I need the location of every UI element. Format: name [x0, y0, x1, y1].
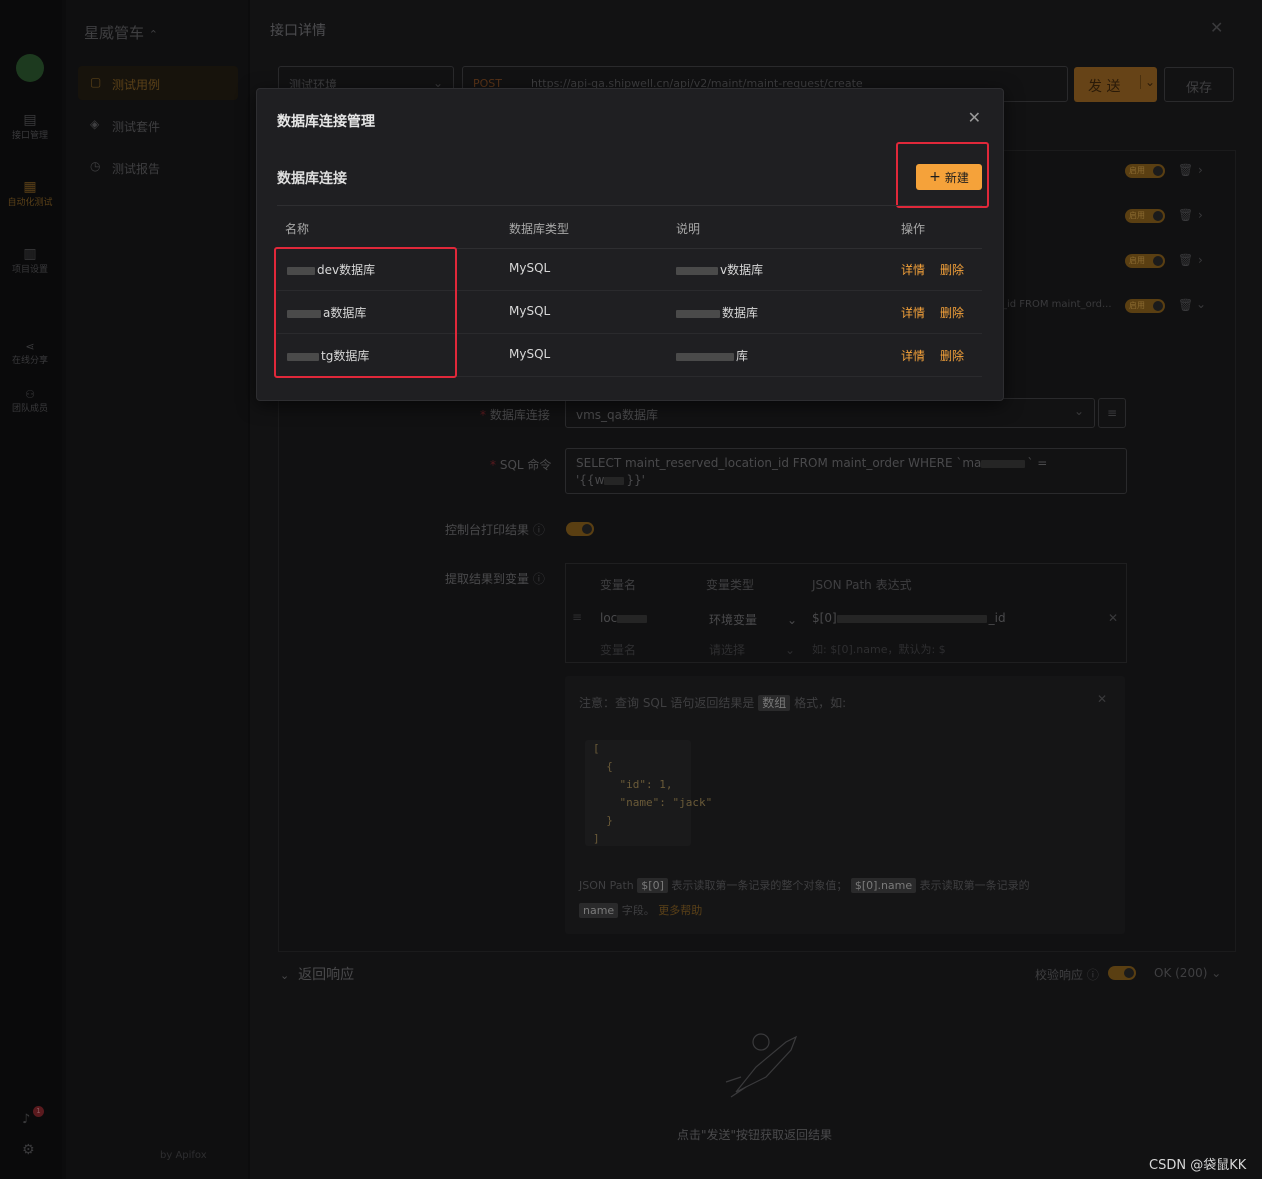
code-line: }	[593, 814, 613, 827]
code-line: "name": "jack"	[593, 796, 713, 809]
conn-desc-text: 数据库	[722, 306, 759, 320]
code-line: ]	[593, 832, 600, 845]
close-icon[interactable]: ✕	[968, 108, 981, 127]
conn-type: MySQL	[509, 347, 551, 361]
code-example: [ { "id": 1, "name": "jack" }]	[585, 740, 713, 846]
code-line: {	[593, 760, 613, 773]
conn-desc-text: v数据库	[720, 263, 764, 277]
highlight-names	[274, 247, 457, 378]
plus-icon: +	[929, 169, 941, 185]
conn-type: MySQL	[509, 304, 551, 318]
new-connection-button[interactable]: + 新建	[916, 164, 982, 190]
conn-desc: 库	[676, 347, 748, 364]
db-connection-dialog: 数据库连接管理 ✕ 数据库连接 + 新建 名称 数据库类型 说明 操作 dev数…	[256, 88, 1004, 401]
delete-link[interactable]: 删除	[940, 347, 964, 364]
table-header: 名称 数据库类型 说明 操作	[277, 205, 982, 249]
dialog-title: 数据库连接管理	[277, 114, 375, 130]
col-type: 数据库类型	[509, 222, 570, 236]
conn-desc: 数据库	[676, 304, 758, 321]
section-title: 数据库连接	[277, 171, 347, 187]
col-actions: 操作	[901, 222, 926, 236]
col-name: 名称	[285, 222, 310, 236]
new-label: 新建	[944, 170, 969, 185]
conn-desc-text: 库	[736, 349, 749, 363]
delete-link[interactable]: 删除	[940, 304, 964, 321]
detail-link[interactable]: 详情	[901, 347, 925, 364]
delete-link[interactable]: 删除	[940, 261, 964, 278]
code-line: [	[593, 742, 600, 755]
watermark: CSDN @袋鼠KK	[1149, 1158, 1247, 1173]
detail-link[interactable]: 详情	[901, 261, 925, 278]
conn-desc: v数据库	[676, 261, 763, 278]
code-line: "id": 1,	[593, 778, 673, 791]
conn-type: MySQL	[509, 261, 551, 275]
col-desc: 说明	[676, 222, 701, 236]
detail-link[interactable]: 详情	[901, 304, 925, 321]
